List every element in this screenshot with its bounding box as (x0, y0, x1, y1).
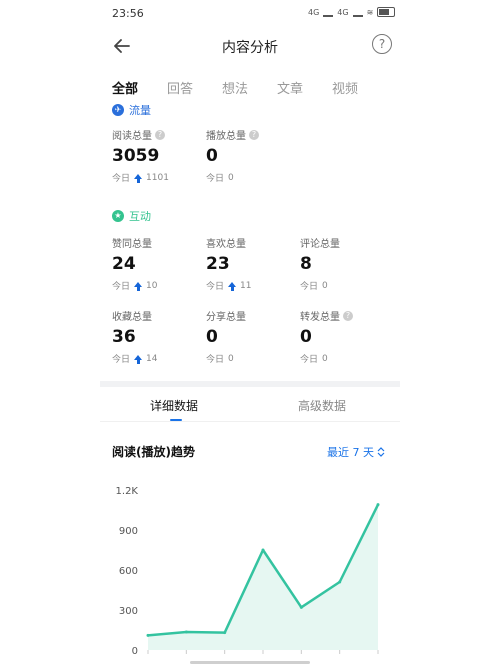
help-icon[interactable]: ? (372, 34, 392, 54)
metric-value: 36 (112, 327, 136, 347)
signal-icon (323, 7, 334, 17)
help-icon[interactable]: ? (343, 310, 353, 321)
metric-label: 分享总量 (206, 312, 246, 323)
data-point (261, 548, 265, 552)
metric-value: 0 (206, 327, 218, 347)
today-value: 0 (322, 280, 328, 291)
metric-shares: 分享总量 0 今日 0 (206, 308, 301, 365)
up-down-chevron-icon (377, 447, 385, 457)
today-value: 0 (228, 353, 234, 364)
metric-value: 8 (300, 254, 312, 274)
metric-label: 赞同总量 (112, 239, 152, 250)
up-arrow-icon (134, 282, 143, 291)
today-label: 今日 (206, 174, 225, 184)
content-type-tabs: 全部 回答 想法 文章 视频 (112, 78, 387, 97)
tab-detailed-data[interactable]: 详细数据 (150, 397, 198, 414)
up-arrow-icon (134, 355, 143, 364)
tab-articles[interactable]: 文章 (277, 78, 332, 97)
help-icon[interactable]: ? (155, 129, 165, 140)
metric-likes: 喜欢总量 23 今日 11 (206, 235, 301, 292)
metric-value: 3059 (112, 146, 160, 166)
tab-divider (100, 421, 400, 422)
metric-value: 23 (206, 254, 230, 274)
metric-favorites: 收藏总量 36 今日 14 (112, 308, 207, 365)
trend-chart: 0 300 600 900 1.2K (116, 486, 380, 657)
wifi-icon: ≋ (366, 7, 374, 17)
metric-plays: 播放总量? 0 今日 0 (206, 127, 301, 184)
traffic-section-label: 流量 (129, 104, 151, 117)
today-label: 今日 (112, 282, 131, 292)
today-value: 0 (228, 172, 234, 183)
metric-label: 喜欢总量 (206, 239, 246, 250)
date-range-select[interactable]: 最近 7 天 (327, 444, 385, 460)
y-tick-label: 1.2K (116, 486, 139, 497)
series-area (148, 504, 378, 650)
signal-2-label: 4G (337, 7, 349, 17)
today-label: 今日 (300, 355, 319, 365)
tab-answers[interactable]: 回答 (167, 78, 222, 97)
y-tick-label: 300 (119, 606, 138, 617)
status-icons: 4G 4G ≋ (308, 7, 396, 17)
interaction-section-header: ★ 互动 (112, 208, 151, 224)
today-label: 今日 (112, 174, 131, 184)
today-label: 今日 (300, 282, 319, 292)
metric-value: 24 (112, 254, 136, 274)
metric-upvotes: 赞同总量 24 今日 10 (112, 235, 207, 292)
metric-label: 播放总量 (206, 131, 246, 142)
tab-all[interactable]: 全部 (112, 78, 167, 97)
battery-icon (377, 7, 396, 17)
y-tick-label: 900 (119, 526, 138, 537)
tab-videos[interactable]: 视频 (332, 78, 387, 97)
y-tick-label: 600 (119, 566, 138, 577)
data-point (184, 630, 188, 634)
data-point (338, 580, 342, 584)
today-value: 14 (146, 353, 158, 364)
traffic-icon: ✈ (112, 104, 124, 116)
metric-reposts: 转发总量? 0 今日 0 (300, 308, 395, 365)
tab-thoughts[interactable]: 想法 (222, 78, 277, 97)
today-label: 今日 (206, 355, 225, 365)
help-icon[interactable]: ? (249, 129, 259, 140)
traffic-section-header: ✈ 流量 (112, 102, 151, 118)
section-divider (100, 381, 400, 387)
signal-icon-2 (352, 7, 363, 17)
metric-label: 评论总量 (300, 239, 340, 250)
date-range-label: 最近 7 天 (327, 446, 374, 459)
page-title: 内容分析 (222, 40, 278, 56)
data-point (223, 631, 227, 635)
data-point (146, 633, 150, 637)
interaction-icon: ★ (112, 210, 124, 222)
data-point (299, 605, 303, 609)
tab-advanced-data[interactable]: 高级数据 (298, 397, 346, 414)
today-value: 1101 (146, 172, 169, 183)
metric-reads: 阅读总量? 3059 今日 1101 (112, 127, 207, 184)
today-value: 11 (240, 280, 252, 291)
metric-label: 转发总量 (300, 312, 340, 323)
metric-label: 阅读总量 (112, 131, 152, 142)
metric-value: 0 (206, 146, 218, 166)
signal-1-label: 4G (308, 7, 320, 17)
y-tick-label: 0 (132, 646, 138, 657)
trend-title: 阅读(播放)趋势 (112, 445, 195, 459)
metric-value: 0 (300, 327, 312, 347)
up-arrow-icon (134, 174, 143, 183)
metric-label: 收藏总量 (112, 312, 152, 323)
metric-comments: 评论总量 8 今日 0 (300, 235, 395, 292)
home-indicator (190, 661, 310, 664)
today-value: 10 (146, 280, 158, 291)
today-value: 0 (322, 353, 328, 364)
today-label: 今日 (112, 355, 131, 365)
up-arrow-icon (228, 282, 237, 291)
interaction-section-label: 互动 (129, 210, 151, 223)
status-time: 23:56 (112, 7, 144, 20)
today-label: 今日 (206, 282, 225, 292)
data-point (376, 503, 380, 507)
